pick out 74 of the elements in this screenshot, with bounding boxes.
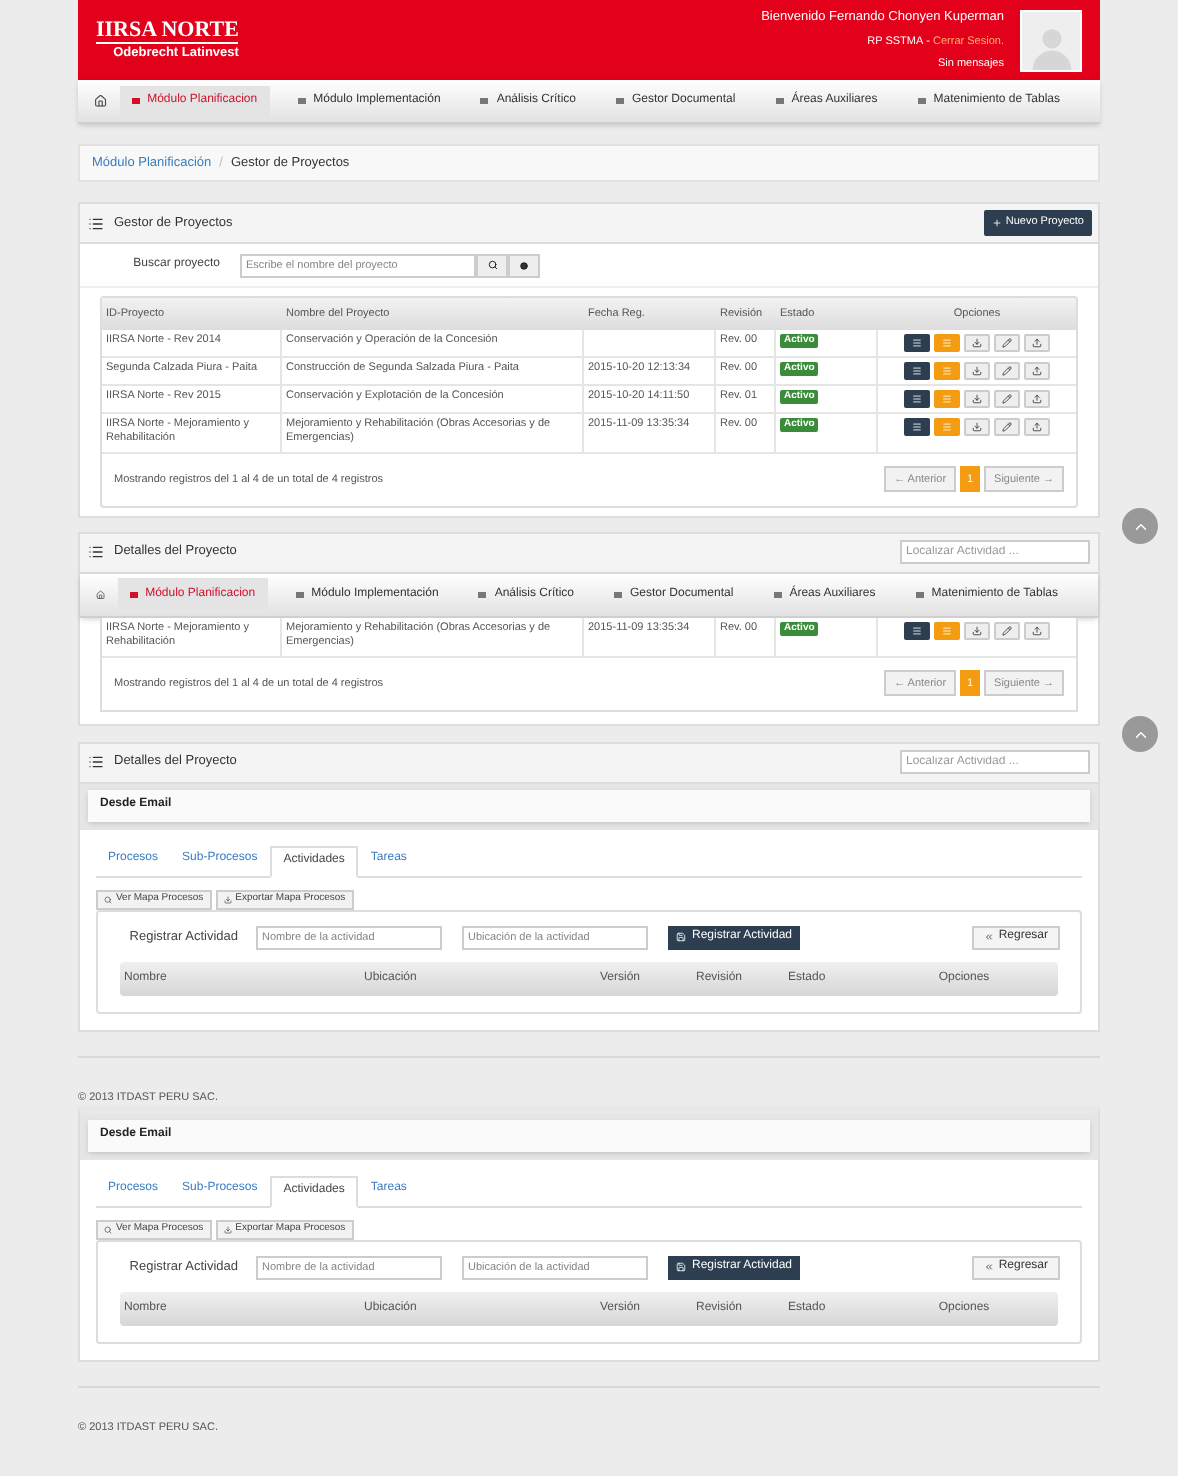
download-icon [972, 338, 982, 348]
pencil-icon [1002, 394, 1012, 404]
download-button[interactable] [964, 418, 990, 436]
upload-button[interactable] [1024, 621, 1050, 640]
download-icon [972, 422, 982, 432]
save-icon [676, 1262, 686, 1273]
logo-title: IIRSA NORTE [96, 19, 239, 43]
search-icon [104, 1225, 112, 1234]
upload-icon [1032, 338, 1042, 348]
menu-icon [912, 394, 922, 404]
download-icon [972, 366, 982, 376]
grid-icon [773, 591, 782, 598]
double-chevron-icon [984, 932, 995, 943]
search-icon [487, 260, 497, 270]
grid-icon [478, 591, 487, 598]
home-icon[interactable] [96, 587, 106, 602]
list-icon [88, 215, 104, 231]
menu-button[interactable] [904, 621, 930, 640]
scroll-up-button[interactable] [1122, 716, 1158, 752]
search-button[interactable] [476, 253, 508, 277]
upload-button[interactable] [1024, 418, 1050, 436]
download-button[interactable] [964, 334, 990, 352]
clear-button[interactable] [508, 253, 540, 277]
pencil-icon [1002, 625, 1012, 636]
pencil-button[interactable] [994, 418, 1020, 436]
grid-icon [295, 591, 304, 598]
grid-icon [297, 98, 306, 104]
upload-button[interactable] [1024, 362, 1050, 380]
pencil-icon [1002, 338, 1012, 348]
menu-icon [912, 422, 922, 432]
pencil-button[interactable] [994, 390, 1020, 408]
pencil-button[interactable] [994, 334, 1020, 352]
plus-icon [991, 218, 1002, 228]
upload-button[interactable] [1024, 334, 1050, 352]
upload-icon [1032, 394, 1042, 404]
pencil-icon [1002, 422, 1012, 432]
download-button[interactable] [964, 362, 990, 380]
grid-icon [915, 591, 924, 598]
double-chevron-icon [984, 1262, 995, 1273]
upload-icon [1032, 422, 1042, 432]
list-icon [88, 754, 104, 771]
list-icon [88, 544, 104, 561]
scroll-up-button[interactable] [1122, 508, 1158, 544]
menu-icon [912, 366, 922, 376]
grid-icon [480, 98, 489, 104]
save-icon [676, 932, 686, 943]
home-icon[interactable] [94, 94, 108, 108]
menu-icon [942, 625, 952, 636]
upload-icon [1032, 625, 1042, 636]
grid-icon [775, 98, 784, 104]
menu-icon [942, 394, 952, 404]
download-icon [223, 895, 232, 904]
grid-icon [917, 98, 926, 104]
download-icon [972, 625, 982, 636]
download-icon [972, 394, 982, 404]
download-button[interactable] [964, 621, 990, 640]
upload-button[interactable] [1024, 390, 1050, 408]
upload-icon [1032, 366, 1042, 376]
grid-icon [616, 98, 624, 104]
dot-icon [520, 261, 528, 269]
download-icon [223, 1225, 232, 1234]
search-icon [104, 895, 112, 904]
grid-icon [614, 591, 622, 598]
grid-icon [131, 98, 140, 104]
pencil-button[interactable] [994, 362, 1020, 380]
pencil-button[interactable] [994, 621, 1020, 640]
pencil-icon [1002, 366, 1012, 376]
grid-icon [129, 591, 138, 598]
menu-icon [912, 338, 922, 348]
menu-icon [942, 366, 952, 376]
menu-icon [942, 422, 952, 432]
menu-icon [912, 625, 922, 636]
menu-icon [942, 338, 952, 348]
download-button[interactable] [964, 390, 990, 408]
